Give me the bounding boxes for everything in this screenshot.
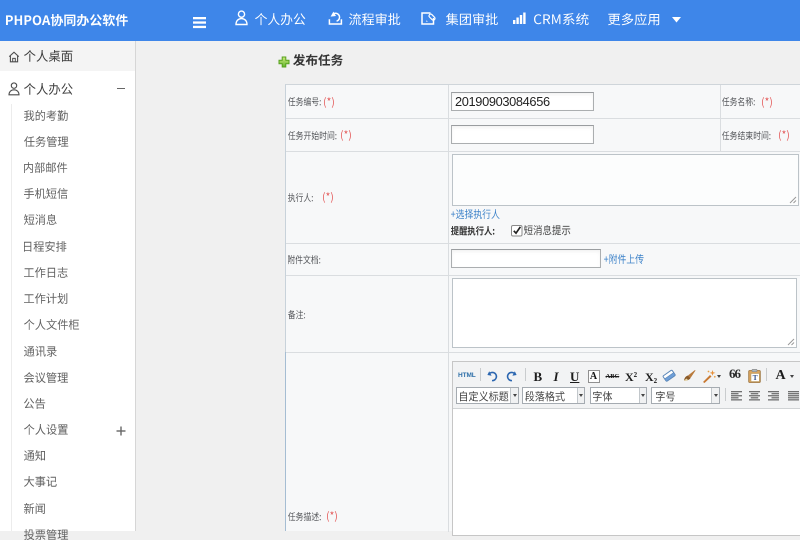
svg-text:T: T <box>753 373 758 382</box>
